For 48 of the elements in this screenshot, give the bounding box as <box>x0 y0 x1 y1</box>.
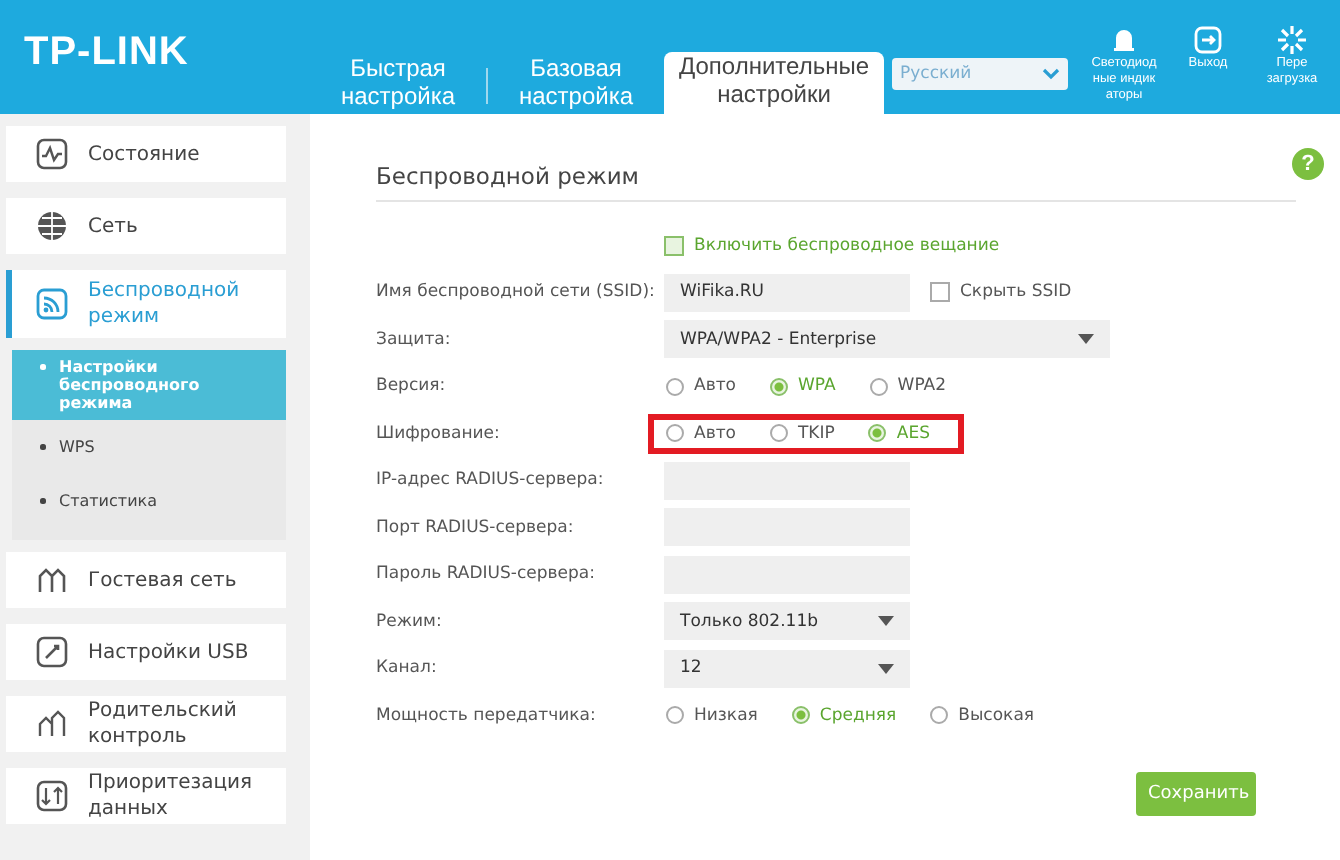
input-field[interactable]: WiFika.RU <box>664 273 910 312</box>
logout-icon <box>1194 26 1222 54</box>
dropdown-icon <box>878 616 894 627</box>
field-label: Шифрование: <box>376 423 502 444</box>
wifi-icon <box>36 288 68 320</box>
radio-option[interactable]: WPA2 <box>869 376 947 397</box>
checkbox[interactable] <box>664 235 684 256</box>
field-label: Канал: <box>376 658 439 679</box>
select-field[interactable]: WPA/WPA2 - Enterprise <box>664 320 1110 359</box>
chevron-icon <box>1042 68 1060 80</box>
nav-tab[interactable]: Дополнительные настройки <box>664 52 884 114</box>
checkbox[interactable] <box>930 282 950 303</box>
field-label: Мощность передатчика: <box>376 705 598 726</box>
family-icon <box>36 708 68 740</box>
field-label: Порт RADIUS-сервера: <box>376 517 576 538</box>
globe-icon <box>36 210 68 242</box>
field-label: Версия: <box>376 376 448 397</box>
sidebar-item[interactable]: Сеть <box>6 198 286 254</box>
logo: TP-LINK <box>24 30 189 76</box>
people-icon <box>36 564 68 596</box>
sidebar-item[interactable]: Родительский контроль <box>6 696 286 752</box>
sidebar-item[interactable]: Настройки USB <box>6 624 286 680</box>
field-label: Пароль RADIUS-сервера: <box>376 564 597 585</box>
usb-icon <box>36 636 68 668</box>
field-label: Режим: <box>376 611 444 632</box>
radio-option[interactable]: Низкая <box>666 705 758 726</box>
section-title: Беспроводной режим <box>376 162 639 190</box>
field-label: Защита: <box>376 329 453 350</box>
checkbox-option[interactable]: Скрыть SSID <box>930 282 1072 303</box>
sidebar-item[interactable]: Состояние <box>6 126 286 182</box>
radio-option[interactable]: TKIP <box>769 423 835 444</box>
radio-option[interactable]: Авто <box>666 376 736 397</box>
field-label: Имя беспроводной сети (SSID): <box>376 282 657 303</box>
dropdown-icon <box>878 663 894 674</box>
bell-icon <box>1110 26 1138 54</box>
radio-option[interactable]: Авто <box>666 423 736 444</box>
sidebar-item[interactable]: Гостевая сеть <box>6 552 286 608</box>
radio-option[interactable]: Высокая <box>930 705 1035 726</box>
sidebar-item[interactable]: Приоритезация данных <box>6 768 286 824</box>
submenu-item[interactable]: Статистика <box>12 474 286 528</box>
submenu-item[interactable]: WPS <box>12 420 286 474</box>
select-field[interactable]: 12 <box>664 649 910 688</box>
gear-icon <box>1278 26 1306 54</box>
priority-icon <box>36 780 68 812</box>
pulse-icon <box>36 138 68 170</box>
field-label: IP-адрес RADIUS-сервера: <box>376 470 606 491</box>
select-field[interactable]: Только 802.11b <box>664 602 910 641</box>
dropdown-icon <box>1078 334 1094 345</box>
